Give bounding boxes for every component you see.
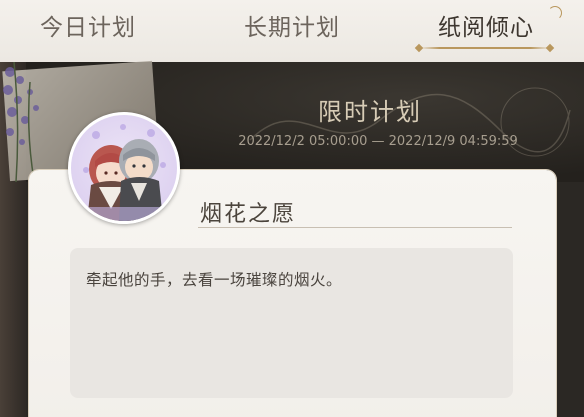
chibi-portrait-icon <box>71 124 177 221</box>
plan-name-divider <box>198 227 512 228</box>
ornament-icon <box>548 6 562 20</box>
flower-decoration-icon <box>3 62 39 182</box>
banner-time-range: 2022/12/2 05:00:00 — 2022/12/9 04:59:59 <box>238 134 518 149</box>
character-avatar <box>68 112 180 224</box>
plan-description: 牵起他的手，去看一场璀璨的烟火。 <box>86 271 343 289</box>
tab-today-plan[interactable]: 今日计划 <box>18 8 158 48</box>
active-tab-underline <box>420 47 550 49</box>
banner-title: 限时计划 <box>318 98 422 126</box>
tab-paper-reading[interactable]: 纸阅倾心 <box>406 8 566 48</box>
tab-long-term-plan[interactable]: 长期计划 <box>222 8 362 48</box>
top-tab-bar: 今日计划 长期计划 纸阅倾心 <box>0 0 584 62</box>
plan-name: 烟花之愿 <box>200 202 297 227</box>
